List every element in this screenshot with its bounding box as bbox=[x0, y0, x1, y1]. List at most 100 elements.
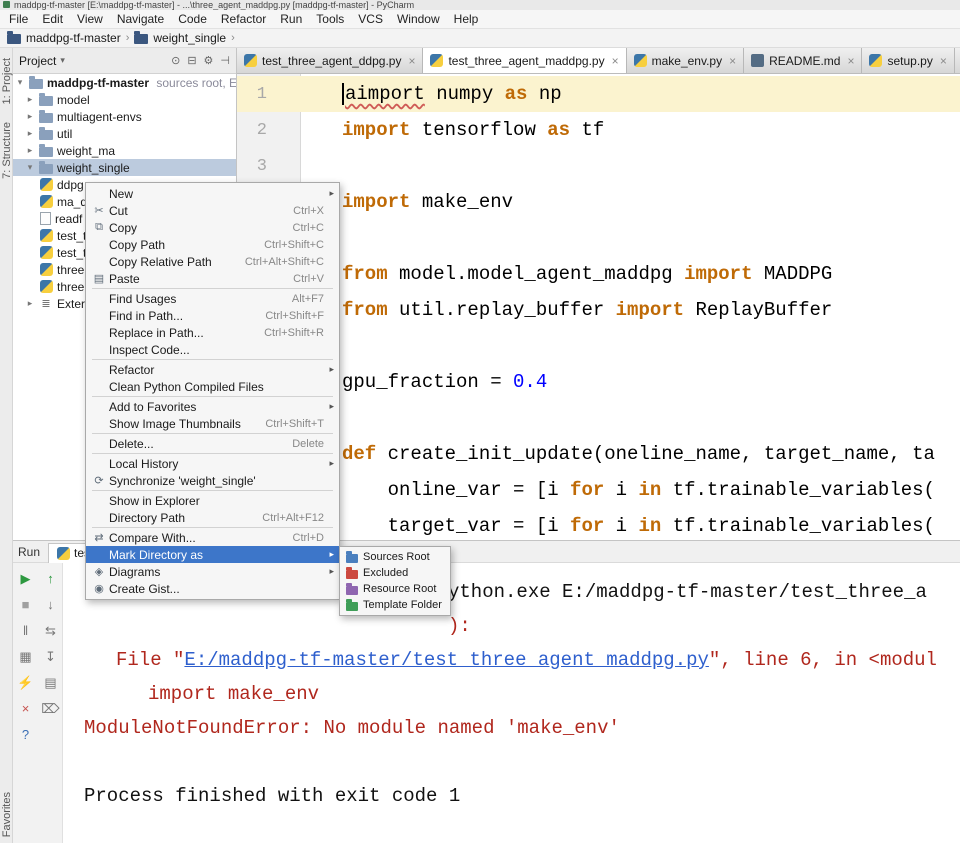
context-menu-item-show-image-thumbnails[interactable]: Show Image ThumbnailsCtrl+Shift+T bbox=[86, 415, 339, 432]
close-tab-icon[interactable]: × bbox=[940, 54, 947, 68]
kill-process-icon[interactable]: ⚡ bbox=[17, 675, 33, 691]
editor-tab-make-env-py[interactable]: make_env.py× bbox=[627, 48, 745, 73]
tree-item-multiagent-envs[interactable]: ▸multiagent-envs bbox=[13, 108, 236, 125]
context-menu-item-directory-path[interactable]: Directory PathCtrl+Alt+F12 bbox=[86, 509, 339, 526]
context-menu-item-local-history[interactable]: Local History▸ bbox=[86, 455, 339, 472]
context-menu-item-refactor[interactable]: Refactor▸ bbox=[86, 361, 339, 378]
tree-item-model[interactable]: ▸model bbox=[13, 91, 236, 108]
collapsed-arrow-icon[interactable]: ▸ bbox=[25, 128, 35, 139]
close-tab-icon[interactable]: × bbox=[847, 54, 854, 68]
editor-line-10[interactable]: 10 bbox=[237, 400, 960, 436]
expanded-arrow-icon[interactable]: ▾ bbox=[25, 162, 35, 173]
menubar-item-run[interactable]: Run bbox=[273, 10, 309, 28]
line-number[interactable]: 1 bbox=[237, 85, 301, 104]
menubar-item-tools[interactable]: Tools bbox=[309, 10, 351, 28]
menubar-item-code[interactable]: Code bbox=[171, 10, 214, 28]
submenu-item-sources-root[interactable]: Sources Root bbox=[340, 549, 450, 565]
context-menu-item-clean-python-compiled-files[interactable]: Clean Python Compiled Files bbox=[86, 378, 339, 395]
tree-item-root[interactable]: ▾maddpg-tf-master sources root, E:\ bbox=[13, 74, 236, 91]
chevron-down-icon[interactable]: ▾ bbox=[60, 55, 65, 66]
context-menu-item-copy-path[interactable]: Copy PathCtrl+Shift+C bbox=[86, 236, 339, 253]
editor-line-9[interactable]: 9gpu_fraction = 0.4 bbox=[237, 364, 960, 400]
submenu-item-excluded[interactable]: Excluded bbox=[340, 565, 450, 581]
soft-wrap-icon[interactable]: ⇆ bbox=[45, 623, 56, 639]
editor-tab-setup-py[interactable]: setup.py× bbox=[862, 48, 954, 73]
context-menu-item-copy[interactable]: ⧉CopyCtrl+C bbox=[86, 219, 339, 236]
stacktrace-link[interactable]: E:/maddpg-tf-master/test_three_agent_mad… bbox=[184, 649, 709, 671]
submenu-item-template-folder[interactable]: Template Folder bbox=[340, 597, 450, 613]
help-icon[interactable]: ? bbox=[22, 727, 29, 743]
menubar-item-help[interactable]: Help bbox=[447, 10, 486, 28]
collapsed-arrow-icon[interactable]: ▸ bbox=[25, 94, 35, 105]
close-tab-icon[interactable]: × bbox=[408, 54, 415, 68]
close-icon[interactable]: × bbox=[22, 701, 30, 717]
editor-line-8[interactable]: 8 bbox=[237, 328, 960, 364]
context-menu-item-new[interactable]: New▸ bbox=[86, 185, 339, 202]
tool-button-7-structure[interactable]: 7: Structure bbox=[0, 122, 13, 179]
line-number[interactable]: 3 bbox=[237, 157, 301, 176]
submenu-item-resource-root[interactable]: Resource Root bbox=[340, 581, 450, 597]
context-menu-item-replace-in-path[interactable]: Replace in Path...Ctrl+Shift+R bbox=[86, 324, 339, 341]
settings-icon[interactable]: ⚙ bbox=[204, 54, 214, 67]
editor-line-12[interactable]: 12 online_var = [i for i in tf.trainable… bbox=[237, 472, 960, 508]
editor-line-11[interactable]: 11def create_init_update(oneline_name, t… bbox=[237, 436, 960, 472]
menubar-item-vcs[interactable]: VCS bbox=[351, 10, 390, 28]
editor-line-2[interactable]: 2import tensorflow as tf bbox=[237, 112, 960, 148]
restore-layout-icon[interactable]: ▦ bbox=[19, 649, 31, 665]
editor-line-5[interactable]: 5 bbox=[237, 220, 960, 256]
menubar-item-file[interactable]: File bbox=[2, 10, 35, 28]
context-menu-item-paste[interactable]: ▤PasteCtrl+V bbox=[86, 270, 339, 287]
pause-output-icon[interactable]: ‖ bbox=[23, 623, 28, 639]
context-menu-item-show-in-explorer[interactable]: Show in Explorer bbox=[86, 492, 339, 509]
collapsed-arrow-icon[interactable]: ▸ bbox=[25, 111, 35, 122]
editor-tab-i[interactable]: _i× bbox=[955, 48, 960, 73]
down-stack-trace-icon[interactable]: ↓ bbox=[47, 597, 54, 613]
context-menu-item-find-usages[interactable]: Find UsagesAlt+F7 bbox=[86, 290, 339, 307]
tool-button-favorites[interactable]: Favorites bbox=[0, 792, 13, 837]
up-stack-trace-icon[interactable]: ↑ bbox=[47, 571, 54, 587]
print-icon[interactable]: ▤ bbox=[44, 675, 56, 691]
rerun-icon[interactable]: ▶ bbox=[21, 571, 31, 587]
expanded-arrow-icon[interactable]: ▾ bbox=[15, 77, 25, 88]
context-menu-item-cut[interactable]: ✂CutCtrl+X bbox=[86, 202, 339, 219]
editor-line-3[interactable]: 3 bbox=[237, 148, 960, 184]
close-tab-icon[interactable]: × bbox=[729, 54, 736, 68]
menubar-item-navigate[interactable]: Navigate bbox=[110, 10, 171, 28]
clear-all-icon[interactable]: ⌦ bbox=[41, 701, 59, 717]
close-tab-icon[interactable]: × bbox=[612, 54, 619, 68]
editor-line-1[interactable]: 1aimport numpy as np bbox=[237, 76, 960, 112]
context-menu-item-synchronize-weight-single[interactable]: ⟳Synchronize 'weight_single' bbox=[86, 472, 339, 489]
hide-panel-icon[interactable]: ⊣ bbox=[220, 54, 230, 67]
tree-item-weight-single[interactable]: ▾weight_single bbox=[13, 159, 236, 176]
context-menu-item-create-gist[interactable]: ◉Create Gist... bbox=[86, 580, 339, 597]
editor-tab-readme-md[interactable]: README.md× bbox=[744, 48, 862, 73]
context-menu-item-compare-with[interactable]: ⇄Compare With...Ctrl+D bbox=[86, 529, 339, 546]
collapse-all-icon[interactable]: ⊟ bbox=[187, 54, 196, 67]
menubar-item-view[interactable]: View bbox=[70, 10, 110, 28]
editor-tab-test-three-agent-ddpg-py[interactable]: test_three_agent_ddpg.py× bbox=[237, 48, 423, 73]
editor-line-13[interactable]: 13 target_var = [i for i in tf.trainable… bbox=[237, 508, 960, 540]
context-menu-item-inspect-code[interactable]: Inspect Code... bbox=[86, 341, 339, 358]
context-menu-item-diagrams[interactable]: ◈Diagrams▸ bbox=[86, 563, 339, 580]
locate-icon[interactable]: ⊙ bbox=[171, 54, 180, 67]
editor-tab-test-three-agent-maddpg-py[interactable]: test_three_agent_maddpg.py× bbox=[423, 48, 626, 73]
line-number[interactable]: 2 bbox=[237, 121, 301, 140]
editor[interactable]: 1aimport numpy as np2import tensorflow a… bbox=[237, 74, 960, 540]
tree-item-weight-ma[interactable]: ▸weight_ma bbox=[13, 142, 236, 159]
scroll-to-end-icon[interactable]: ↧ bbox=[45, 649, 56, 665]
context-menu-item-delete[interactable]: Delete...Delete bbox=[86, 435, 339, 452]
editor-line-6[interactable]: 6from model.model_agent_maddpg import MA… bbox=[237, 256, 960, 292]
collapsed-arrow-icon[interactable]: ▸ bbox=[25, 145, 35, 156]
context-menu-item-find-in-path[interactable]: Find in Path...Ctrl+Shift+F bbox=[86, 307, 339, 324]
context-menu-item-add-to-favorites[interactable]: Add to Favorites▸ bbox=[86, 398, 339, 415]
context-menu-item-copy-relative-path[interactable]: Copy Relative PathCtrl+Alt+Shift+C bbox=[86, 253, 339, 270]
editor-line-7[interactable]: 7from util.replay_buffer import ReplayBu… bbox=[237, 292, 960, 328]
menubar-item-window[interactable]: Window bbox=[390, 10, 447, 28]
editor-line-4[interactable]: 4import make_env bbox=[237, 184, 960, 220]
tree-item-util[interactable]: ▸util bbox=[13, 125, 236, 142]
collapsed-arrow-icon[interactable]: ▸ bbox=[25, 298, 35, 309]
tool-button-1-project[interactable]: 1: Project bbox=[0, 58, 13, 104]
breadcrumb-item-weight-single[interactable]: weight_single bbox=[134, 31, 226, 45]
context-menu-item-mark-directory-as[interactable]: Mark Directory as▸ bbox=[86, 546, 339, 563]
menubar-item-edit[interactable]: Edit bbox=[35, 10, 70, 28]
